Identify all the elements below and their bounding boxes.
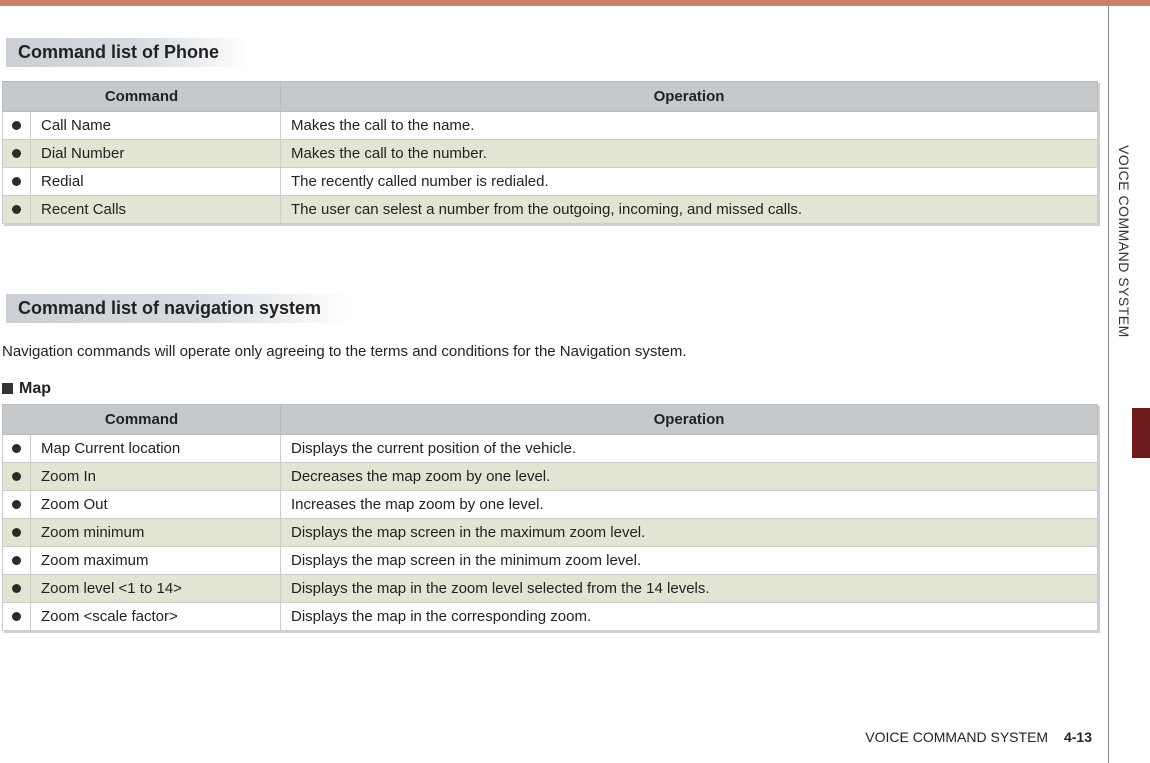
command-cell: Call Name (31, 112, 281, 140)
navigation-note: Navigation commands will operate only ag… (2, 343, 1102, 360)
bullet-cell (3, 491, 31, 519)
bullet-icon (12, 149, 21, 158)
page-footer: VOICE COMMAND SYSTEM 4-13 (865, 729, 1092, 745)
bullet-cell (3, 603, 31, 631)
bullet-icon (12, 584, 21, 593)
command-cell: Zoom minimum (31, 519, 281, 547)
side-tab: VOICE COMMAND SYSTEM (1102, 0, 1150, 763)
subheading-map-text: Map (19, 380, 51, 397)
command-cell: Zoom Out (31, 491, 281, 519)
command-cell: Map Current location (31, 435, 281, 463)
bullet-cell (3, 575, 31, 603)
operation-cell: Displays the map in the zoom level selec… (281, 575, 1098, 603)
operation-cell: Displays the current position of the veh… (281, 435, 1098, 463)
side-tab-rule (1108, 6, 1109, 763)
bullet-icon (12, 444, 21, 453)
col-operation: Operation (281, 405, 1098, 435)
command-cell: Zoom <scale factor> (31, 603, 281, 631)
table-row: Zoom level <1 to 14> Displays the map in… (3, 575, 1098, 603)
table-row: Zoom maximum Displays the map screen in … (3, 547, 1098, 575)
footer-page: 4-13 (1064, 729, 1092, 745)
square-bullet-icon (2, 383, 13, 394)
bullet-icon (12, 528, 21, 537)
command-cell: Zoom In (31, 463, 281, 491)
command-cell: Recent Calls (31, 196, 281, 224)
bullet-cell (3, 112, 31, 140)
bullet-cell (3, 519, 31, 547)
col-command: Command (3, 82, 281, 112)
col-command: Command (3, 405, 281, 435)
operation-cell: Displays the map screen in the maximum z… (281, 519, 1098, 547)
command-cell: Dial Number (31, 140, 281, 168)
bullet-icon (12, 500, 21, 509)
bullet-cell (3, 140, 31, 168)
table-row: Redial The recently called number is red… (3, 168, 1098, 196)
command-cell: Zoom maximum (31, 547, 281, 575)
operation-cell: Displays the map screen in the minimum z… (281, 547, 1098, 575)
bullet-icon (12, 121, 21, 130)
table-header-row: Command Operation (3, 405, 1098, 435)
command-cell: Redial (31, 168, 281, 196)
subheading-map: Map (2, 380, 1102, 398)
table-header-row: Command Operation (3, 82, 1098, 112)
operation-cell: Displays the map in the corresponding zo… (281, 603, 1098, 631)
side-tab-marker (1132, 408, 1150, 458)
map-command-table: Command Operation Map Current location D… (2, 404, 1098, 631)
page-content: Command list of Phone Command Operation … (0, 6, 1102, 631)
table-row: Call Name Makes the call to the name. (3, 112, 1098, 140)
phone-command-table: Command Operation Call Name Makes the ca… (2, 81, 1098, 224)
bullet-icon (12, 205, 21, 214)
operation-cell: Makes the call to the name. (281, 112, 1098, 140)
table-row: Zoom In Decreases the map zoom by one le… (3, 463, 1098, 491)
table-row: Zoom <scale factor> Displays the map in … (3, 603, 1098, 631)
bullet-cell (3, 435, 31, 463)
bullet-cell (3, 547, 31, 575)
command-cell: Zoom level <1 to 14> (31, 575, 281, 603)
operation-cell: The user can selest a number from the ou… (281, 196, 1098, 224)
bullet-cell (3, 168, 31, 196)
bullet-icon (12, 556, 21, 565)
bullet-cell (3, 196, 31, 224)
section-heading-navigation: Command list of navigation system (6, 294, 351, 323)
operation-cell: Decreases the map zoom by one level. (281, 463, 1098, 491)
table-row: Dial Number Makes the call to the number… (3, 140, 1098, 168)
section-heading-phone: Command list of Phone (6, 38, 249, 67)
bullet-icon (12, 177, 21, 186)
side-tab-label: VOICE COMMAND SYSTEM (1116, 145, 1132, 338)
table-row: Zoom minimum Displays the map screen in … (3, 519, 1098, 547)
bullet-icon (12, 612, 21, 621)
bullet-cell (3, 463, 31, 491)
operation-cell: The recently called number is redialed. (281, 168, 1098, 196)
operation-cell: Increases the map zoom by one level. (281, 491, 1098, 519)
table-row: Recent Calls The user can selest a numbe… (3, 196, 1098, 224)
col-operation: Operation (281, 82, 1098, 112)
operation-cell: Makes the call to the number. (281, 140, 1098, 168)
table-row: Map Current location Displays the curren… (3, 435, 1098, 463)
table-row: Zoom Out Increases the map zoom by one l… (3, 491, 1098, 519)
bullet-icon (12, 472, 21, 481)
footer-title: VOICE COMMAND SYSTEM (865, 729, 1048, 745)
